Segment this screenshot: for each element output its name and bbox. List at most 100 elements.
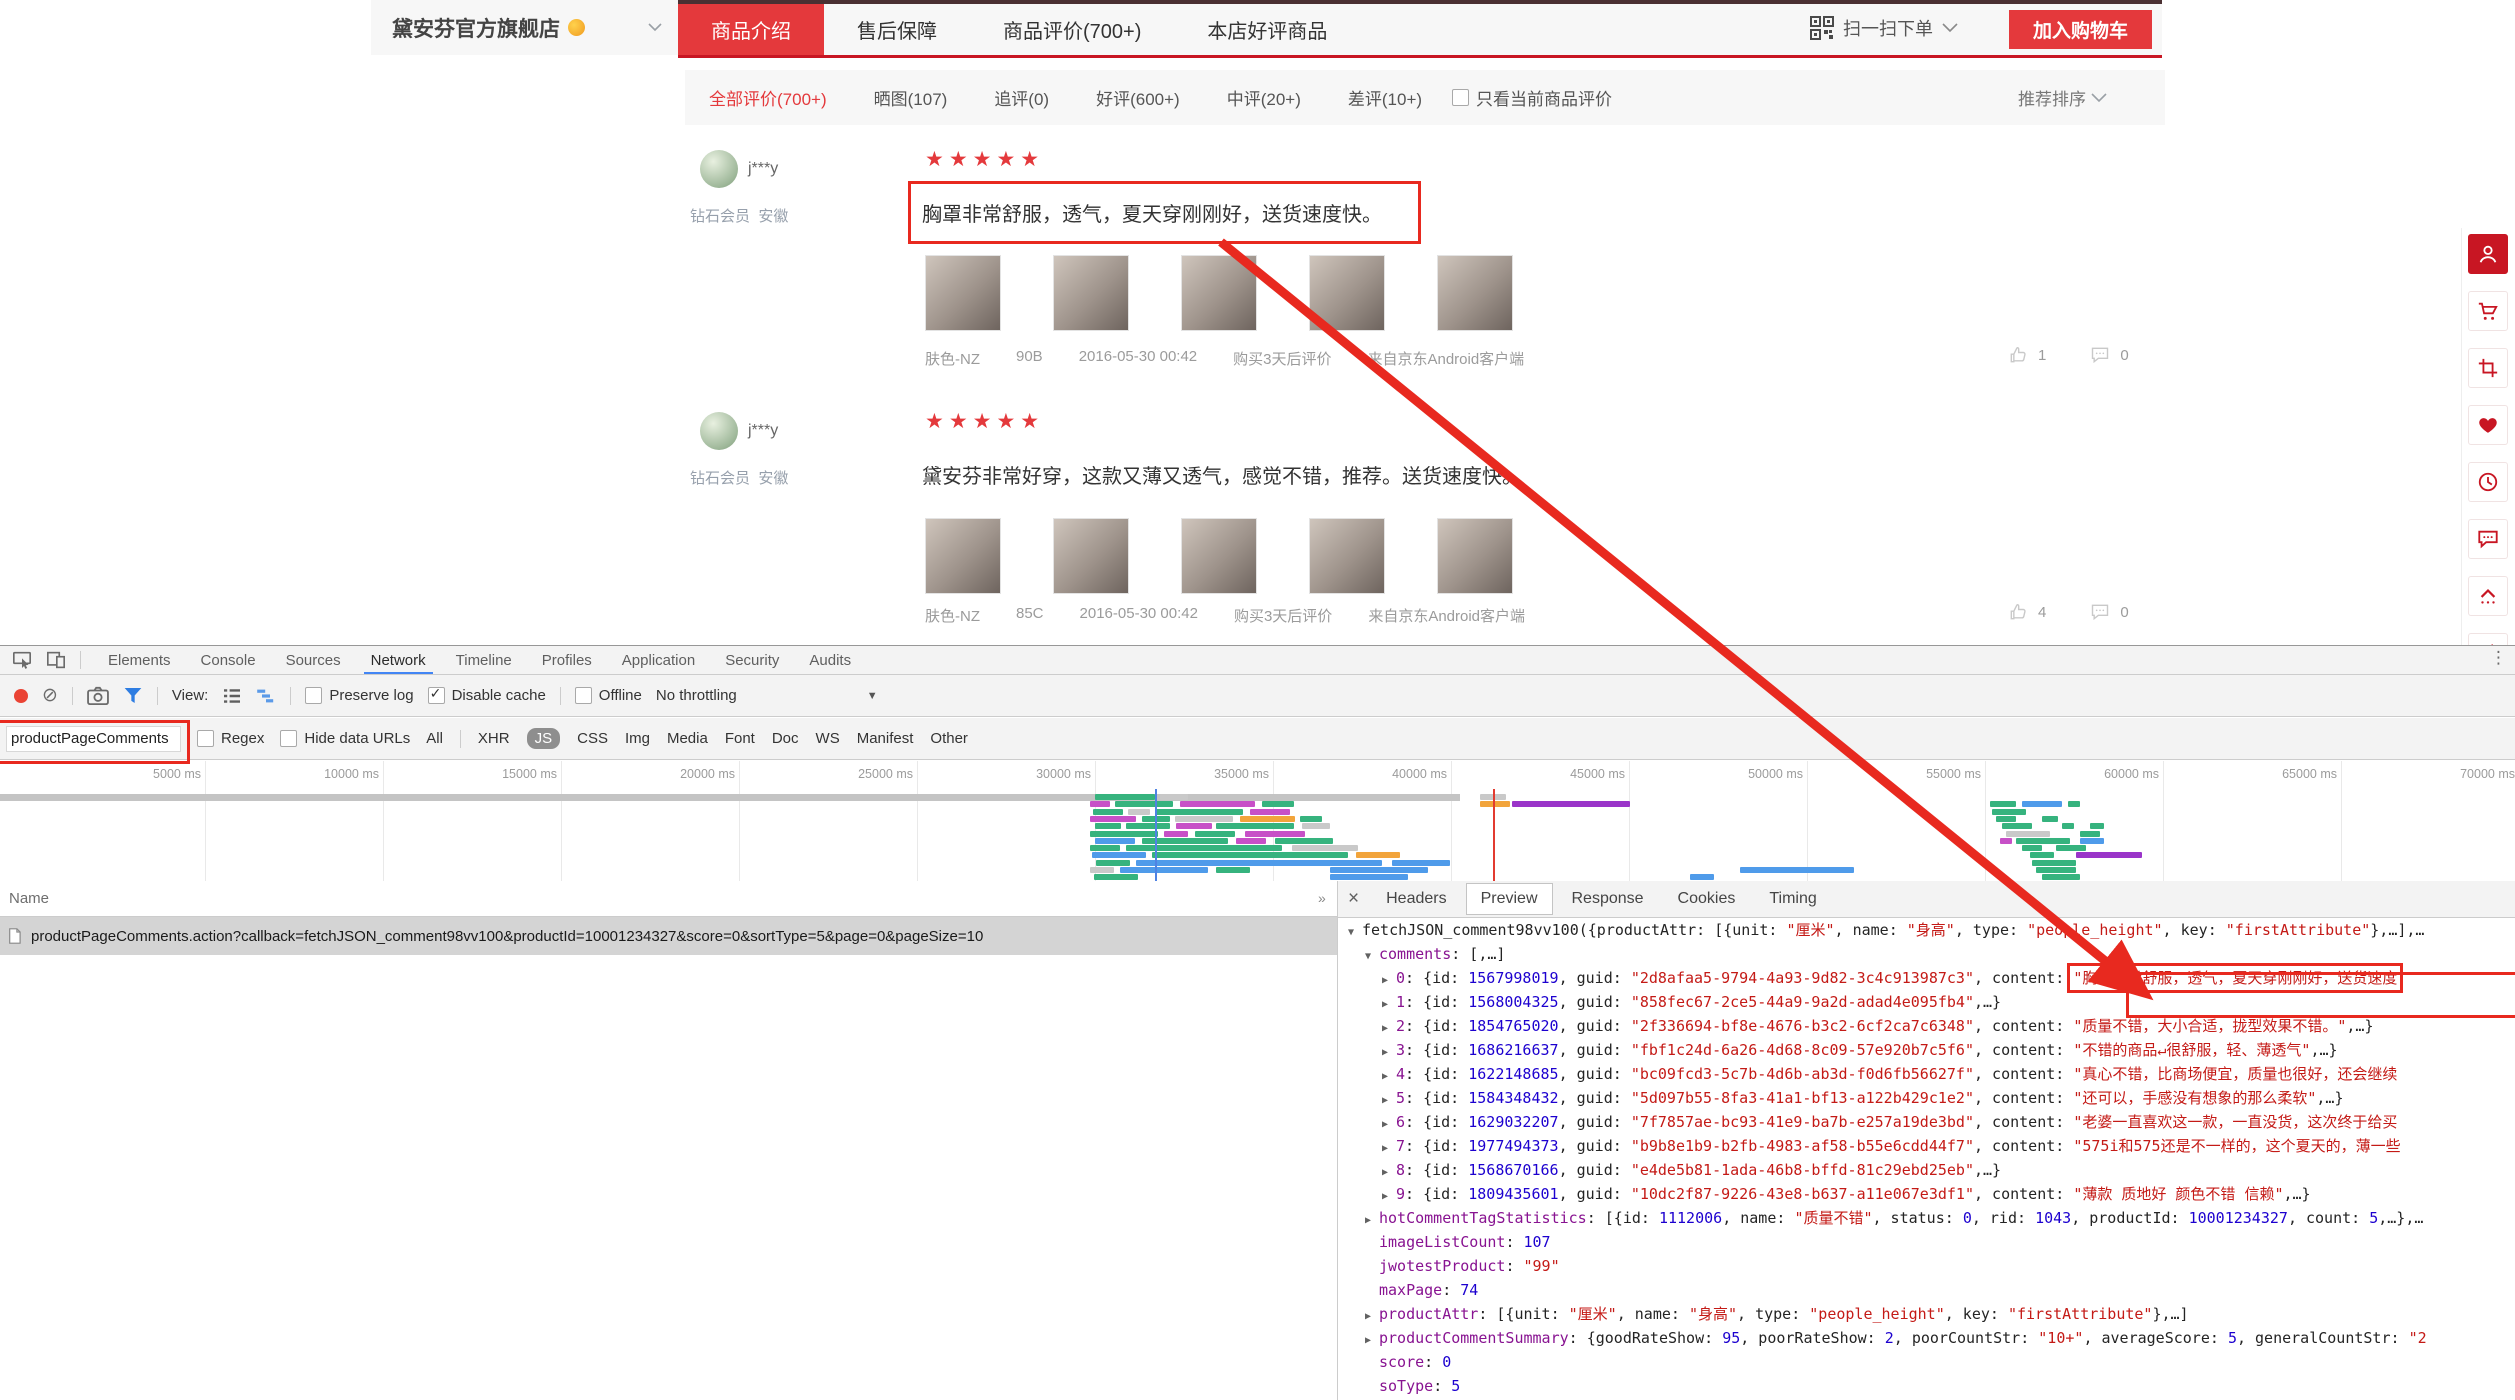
detail-tab-response[interactable]: Response [1557, 883, 1659, 915]
review-image-thumb[interactable] [1053, 255, 1129, 331]
json-line[interactable]: ▶9: {id: 1809435601, guid: "10dc2f87-922… [1338, 1182, 2515, 1206]
json-line[interactable]: ▶hotCommentTagStatistics: [{id: 1112006,… [1338, 1206, 2515, 1230]
json-line[interactable]: ▼fetchJSON_comment98vv100({productAttr: … [1338, 918, 2515, 942]
json-line[interactable]: ▶0: {id: 1567998019, guid: "2d8afaa5-979… [1338, 966, 2515, 990]
devtools-tab-timeline[interactable]: Timeline [441, 646, 527, 674]
offline-checkbox[interactable] [575, 687, 592, 704]
only-current-product-filter[interactable]: 只看当前商品评价 [1452, 70, 1612, 125]
type-filter-doc[interactable]: Doc [772, 730, 799, 747]
shop-tab[interactable]: 商品介绍 [678, 4, 824, 55]
devtools-tab-console[interactable]: Console [186, 646, 271, 674]
reviewer-name[interactable]: j***y [748, 160, 778, 178]
review-filter-item[interactable]: 晒图(107) [874, 85, 948, 110]
json-line[interactable]: maxPage: 74 [1338, 1278, 2515, 1302]
disable-cache-checkbox[interactable] [428, 687, 445, 704]
json-line[interactable]: imageListCount: 107 [1338, 1230, 2515, 1254]
review-image-thumb[interactable] [1437, 518, 1513, 594]
json-line[interactable]: ▶4: {id: 1622148685, guid: "bc09fcd3-5c7… [1338, 1062, 2515, 1086]
devtools-tab-network[interactable]: Network [356, 646, 441, 674]
review-filter-item[interactable]: 全部评价(700+) [709, 85, 827, 110]
review-image-thumb[interactable] [1309, 255, 1385, 331]
cart-icon[interactable] [2468, 291, 2508, 331]
type-filter-font[interactable]: Font [725, 730, 755, 747]
type-filter-all[interactable]: All [426, 730, 443, 747]
json-line[interactable]: ▶6: {id: 1629032207, guid: "7f7857ae-bc9… [1338, 1110, 2515, 1134]
review-image-thumb[interactable] [925, 255, 1001, 331]
comment-icon[interactable] [2090, 345, 2110, 365]
devtools-menu-icon[interactable]: ⋮ [2490, 648, 2507, 668]
regex-checkbox[interactable] [197, 730, 214, 747]
json-line[interactable]: ▶2: {id: 1854765020, guid: "2f336694-bf8… [1338, 1014, 2515, 1038]
type-filter-other[interactable]: Other [930, 730, 968, 747]
record-button[interactable] [14, 689, 28, 703]
devtools-tab-application[interactable]: Application [607, 646, 710, 674]
type-filter-css[interactable]: CSS [577, 730, 608, 747]
devtools-tab-elements[interactable]: Elements [93, 646, 186, 674]
detail-tab-timing[interactable]: Timing [1754, 883, 1831, 915]
review-filter-item[interactable]: 差评(10+) [1348, 85, 1422, 110]
detail-tab-headers[interactable]: Headers [1371, 883, 1461, 915]
thumbs-up-icon[interactable] [2008, 345, 2028, 365]
offline-toggle[interactable]: Offline [575, 687, 642, 704]
json-line[interactable]: ▶1: {id: 1568004325, guid: "858fec67-2ce… [1338, 990, 2515, 1014]
scan-to-order[interactable]: 扫一扫下单 [1810, 0, 1958, 55]
screenshot-capture-icon[interactable] [87, 686, 109, 705]
network-overview-timeline[interactable]: 5000 ms10000 ms15000 ms20000 ms25000 ms3… [0, 761, 2515, 882]
review-image-thumb[interactable] [1437, 255, 1513, 331]
network-filter-input[interactable] [6, 726, 181, 752]
review-image-thumb[interactable] [1053, 518, 1129, 594]
json-line[interactable]: ▶8: {id: 1568670166, guid: "e4de5b81-1ad… [1338, 1158, 2515, 1182]
shop-tab[interactable]: 本店好评商品 [1174, 4, 1360, 55]
devtools-tab-audits[interactable]: Audits [794, 646, 866, 674]
review-image-thumb[interactable] [1181, 255, 1257, 331]
json-line[interactable]: ▶3: {id: 1686216637, guid: "fbf1c24d-6a2… [1338, 1038, 2515, 1062]
filter-funnel-icon[interactable] [123, 686, 143, 705]
screenshot-icon[interactable] [2468, 348, 2508, 388]
request-row[interactable]: productPageComments.action?callback=fetc… [0, 917, 1337, 955]
type-filter-media[interactable]: Media [667, 730, 708, 747]
avatar[interactable] [700, 150, 738, 188]
devtools-tab-security[interactable]: Security [710, 646, 794, 674]
detail-tab-preview[interactable]: Preview [1466, 883, 1553, 915]
heart-icon[interactable] [2468, 405, 2508, 445]
review-image-thumb[interactable] [1181, 518, 1257, 594]
preserve-log-toggle[interactable]: Preserve log [305, 687, 413, 704]
devtools-tab-profiles[interactable]: Profiles [527, 646, 607, 674]
reviewer-name[interactable]: j***y [748, 422, 778, 440]
review-filter-item[interactable]: 中评(20+) [1227, 85, 1301, 110]
device-toolbar-icon[interactable] [46, 651, 66, 669]
avatar[interactable] [700, 412, 738, 450]
view-list-icon[interactable] [222, 688, 242, 704]
json-line[interactable]: ▶productAttr: [{unit: "厘米", name: "身高", … [1338, 1302, 2515, 1326]
only-current-product-checkbox[interactable] [1452, 89, 1469, 106]
type-filter-xhr[interactable]: XHR [478, 730, 510, 747]
close-icon[interactable]: × [1348, 888, 1359, 910]
review-filter-item[interactable]: 好评(600+) [1096, 85, 1180, 110]
json-line[interactable]: ▶productCommentSummary: {goodRateShow: 9… [1338, 1326, 2515, 1350]
user-icon[interactable] [2468, 234, 2508, 274]
review-image-thumb[interactable] [1309, 518, 1385, 594]
review-filter-item[interactable]: 追评(0) [994, 85, 1049, 110]
history-icon[interactable] [2468, 462, 2508, 502]
add-to-cart-button[interactable]: 加入购物车 [2009, 10, 2152, 49]
preserve-log-checkbox[interactable] [305, 687, 322, 704]
type-filter-ws[interactable]: WS [816, 730, 840, 747]
shop-tab[interactable]: 商品评价(700+) [970, 4, 1174, 55]
devtools-tab-sources[interactable]: Sources [271, 646, 356, 674]
type-filter-manifest[interactable]: Manifest [857, 730, 914, 747]
back-to-top-icon[interactable] [2468, 576, 2508, 616]
chevron-down-icon[interactable] [648, 23, 662, 32]
json-preview-tree[interactable]: ▼fetchJSON_comment98vv100({productAttr: … [1338, 918, 2515, 1400]
thumbs-up-icon[interactable] [2008, 602, 2028, 622]
json-line[interactable]: ▶7: {id: 1977494373, guid: "b9b8e1b9-b2f… [1338, 1134, 2515, 1158]
inspect-element-icon[interactable] [12, 651, 32, 669]
sort-dropdown[interactable]: 推荐排序 [2018, 70, 2107, 125]
hide-data-urls-checkbox[interactable] [280, 730, 297, 747]
store-selector[interactable]: 黛安芬官方旗舰店 [392, 0, 662, 55]
view-waterfall-icon[interactable] [256, 688, 276, 704]
name-column-header[interactable]: Name [0, 881, 1337, 917]
json-line[interactable]: ▶5: {id: 1584348432, guid: "5d097b55-8fa… [1338, 1086, 2515, 1110]
shop-tab[interactable]: 售后保障 [824, 4, 970, 55]
detail-tab-cookies[interactable]: Cookies [1663, 883, 1751, 915]
hide-data-urls-toggle[interactable]: Hide data URLs [280, 730, 410, 747]
